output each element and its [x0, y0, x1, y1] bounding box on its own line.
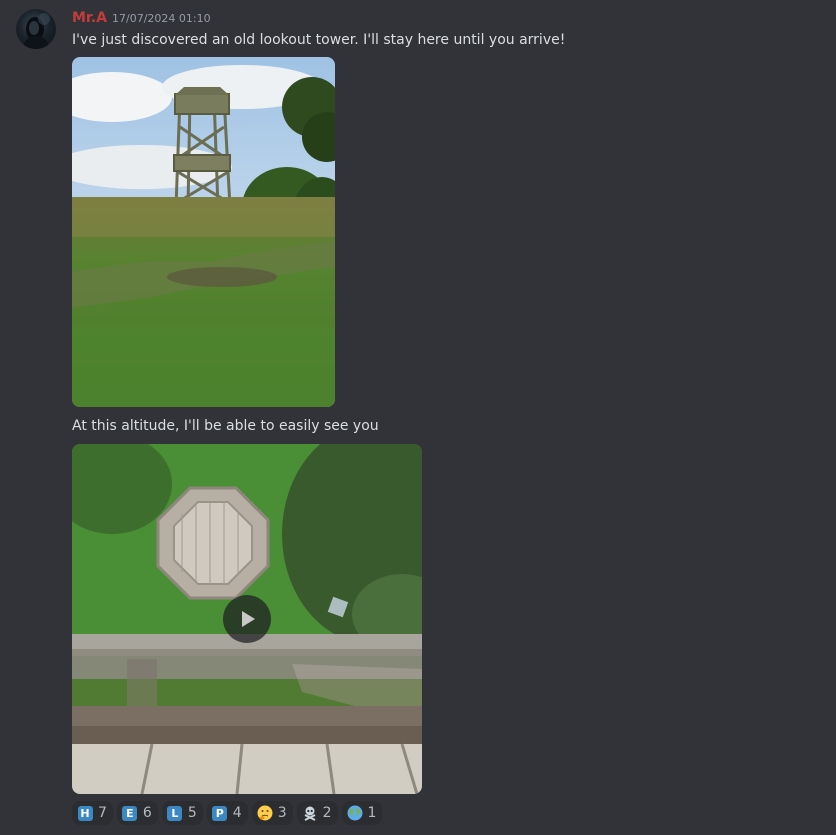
timestamp[interactable]: 17/07/2024 01:10	[112, 12, 211, 26]
tower-photo	[72, 57, 335, 407]
reaction-keycap-e[interactable]: E 6	[116, 801, 158, 825]
video-attachment[interactable]	[72, 444, 422, 794]
reactions-bar: H 7 E 6 L 5 P 4 3 2 1	[72, 801, 383, 825]
reaction-count: 4	[232, 805, 242, 821]
reaction-count: 1	[367, 805, 377, 821]
keycap-l-icon: L	[167, 805, 183, 821]
reaction-count: 2	[322, 805, 332, 821]
reaction-count: 5	[187, 805, 197, 821]
reaction-skull-crossbones[interactable]: 2	[296, 801, 338, 825]
reaction-keycap-h[interactable]: H 7	[72, 801, 113, 825]
keycap-p-icon: P	[212, 805, 228, 821]
reaction-keycap-l[interactable]: L 5	[161, 801, 203, 825]
username[interactable]: Mr.A	[72, 9, 107, 27]
skull-crossbones-icon	[302, 805, 318, 821]
reaction-globe[interactable]: 1	[341, 801, 383, 825]
globe-icon	[347, 805, 363, 821]
reaction-count: 3	[277, 805, 287, 821]
reaction-keycap-p[interactable]: P 4	[206, 801, 248, 825]
message-text: I've just discovered an old lookout towe…	[72, 32, 566, 48]
reaction-thinking-face[interactable]: 3	[251, 801, 293, 825]
reaction-count: 7	[98, 805, 107, 821]
keycap-h-icon: H	[77, 805, 93, 821]
keycap-e-icon: E	[122, 805, 138, 821]
avatar[interactable]	[16, 9, 56, 49]
avatar-image	[22, 13, 50, 49]
play-button[interactable]	[223, 595, 271, 643]
message-text-2: At this altitude, I'll be able to easily…	[72, 418, 379, 434]
image-attachment-tower[interactable]	[72, 57, 335, 407]
play-icon	[242, 611, 255, 627]
thinking-face-icon	[257, 805, 273, 821]
reaction-count: 6	[142, 805, 152, 821]
